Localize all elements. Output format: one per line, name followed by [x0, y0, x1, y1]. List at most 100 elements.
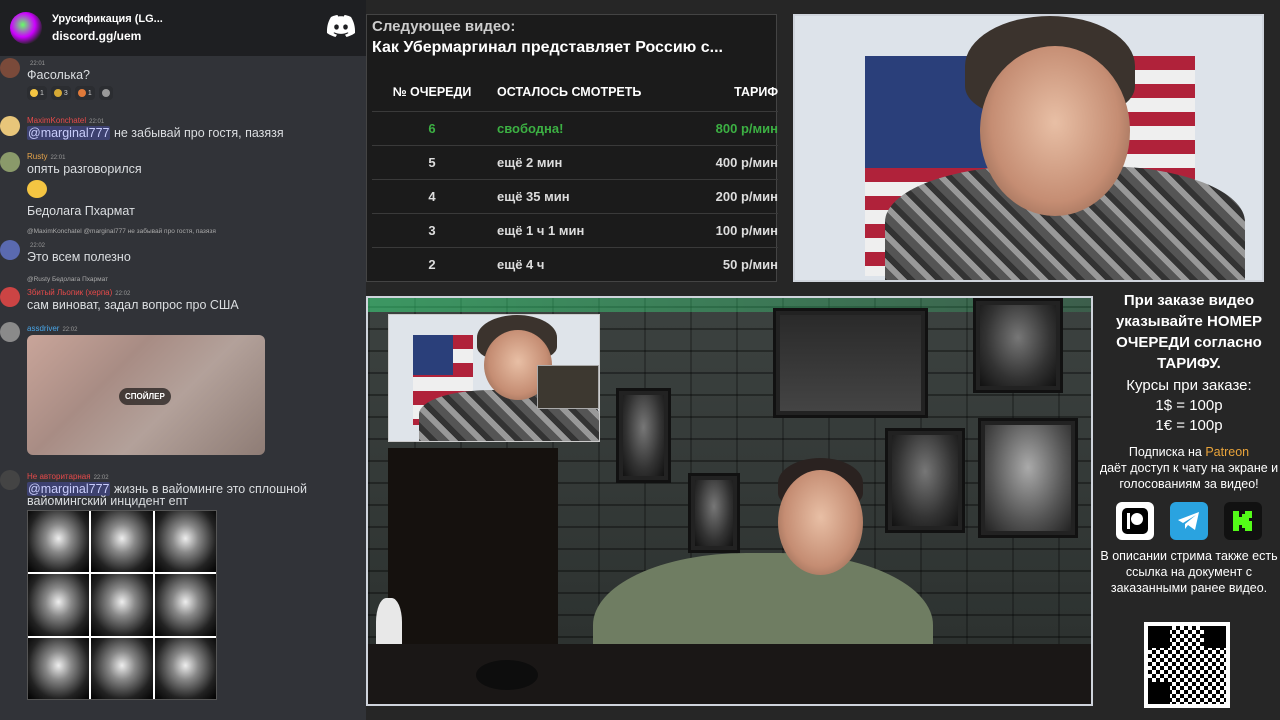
spoiler-label: СПОЙЛЕР	[119, 388, 171, 405]
video-queue-panel: Следующее видео: Как Убермаргинал предст…	[366, 14, 778, 282]
avatar	[0, 287, 20, 307]
stream-layout: Урусификация (LG... discord.gg/uem 22:01…	[0, 0, 1280, 720]
discord-icon	[326, 15, 356, 37]
message-text: Бедолага Пхармат	[27, 204, 135, 218]
avatar	[0, 116, 20, 136]
guest-face	[980, 46, 1130, 216]
time-left: свободна!	[497, 121, 564, 136]
rate: 200 р/мин	[715, 189, 778, 204]
message-text: опять разговорился	[27, 162, 142, 176]
username[interactable]: Rusty 22:01	[27, 152, 65, 161]
queue-number: 4	[428, 189, 436, 204]
server-icon[interactable]	[10, 12, 42, 44]
queue-row: 2 ещё 4 ч 50 р/мин	[372, 247, 778, 281]
kick-icon	[1233, 511, 1252, 531]
streamer-face	[778, 470, 863, 575]
username[interactable]: assdriver 22:02	[27, 324, 77, 333]
streamer-webcam	[366, 296, 1093, 706]
queue-number: 2	[428, 257, 436, 272]
reply-preview[interactable]: @MaximKonchatel @marginal777 не забывай …	[27, 228, 216, 235]
patreon-info: Подписка на Patreon даёт доступ к чату н…	[1099, 445, 1279, 491]
kick-button[interactable]	[1224, 502, 1262, 540]
queue-row: 3 ещё 1 ч 1 мин 100 р/мин	[372, 213, 778, 247]
patreon-icon	[1122, 508, 1148, 534]
image-tile	[91, 574, 153, 636]
username: 22:02	[30, 243, 46, 249]
emoji-sticker-icon	[27, 180, 47, 198]
image-tile	[91, 511, 153, 573]
info-panel: При заказе видео указывайте НОМЕР ОЧЕРЕД…	[1098, 290, 1280, 720]
message-text: Это всем полезно	[27, 250, 131, 264]
wall-map-frame	[773, 308, 928, 418]
social-links	[1098, 502, 1280, 540]
wall-picture	[885, 428, 965, 533]
avatar	[0, 152, 20, 172]
wall-picture	[688, 473, 740, 553]
image-tile	[154, 574, 216, 636]
wall-picture	[616, 388, 671, 483]
patreon-button[interactable]	[1116, 502, 1154, 540]
patreon-link[interactable]: Patreon	[1205, 445, 1249, 459]
avatar	[0, 58, 20, 78]
time-left: ещё 2 мин	[497, 155, 563, 170]
emoji-icon	[77, 89, 86, 97]
order-instructions: При заказе видео указывайте НОМЕР ОЧЕРЕД…	[1115, 292, 1263, 372]
spoiler-image[interactable]: СПОЙЛЕР	[27, 335, 265, 455]
guest-webcam	[793, 14, 1264, 282]
server-title: Урусификация (LG...	[52, 13, 163, 25]
header-time-left: ОСТАЛОСЬ СМОТРЕТЬ	[497, 85, 642, 99]
queue-row: 5 ещё 2 мин 400 р/мин	[372, 145, 778, 179]
image-tile	[91, 637, 153, 699]
queue-row: 4 ещё 35 мин 200 р/мин	[372, 179, 778, 213]
exchange-rates: Курсы при заказе: 1$ = 100р 1€ = 100р	[1126, 377, 1252, 434]
queue-table-header: № ОЧЕРЕДИ ОСТАЛОСЬ СМОТРЕТЬ ТАРИФ	[372, 75, 778, 109]
rate: 400 р/мин	[715, 155, 778, 170]
user-mention[interactable]: @marginal777	[27, 126, 111, 140]
stream-description-note: В описании стрима также есть ссылка на д…	[1100, 549, 1278, 595]
username[interactable]: Збитый Льопик (херпа) 22:02	[27, 288, 130, 297]
server-invite-link[interactable]: discord.gg/uem	[52, 29, 163, 43]
queue-number: 3	[428, 223, 436, 238]
reaction[interactable]: 1	[74, 86, 95, 100]
qr-code[interactable]	[1144, 622, 1230, 708]
image-tile	[28, 574, 90, 636]
shelf	[388, 448, 558, 648]
message-text: Фасолька?	[27, 68, 90, 82]
add-reaction-button[interactable]	[98, 86, 113, 100]
queue-number: 6	[428, 121, 436, 136]
rate: 800 р/мин	[715, 121, 778, 136]
message-text: сам виноват, задал вопрос про США	[27, 298, 239, 312]
time-left: ещё 4 ч	[497, 257, 545, 272]
reply-preview[interactable]: @Rusty Бедолага Пхармат	[27, 276, 108, 283]
message-text: @marginal777 не забывай про гостя, пазяз…	[27, 126, 284, 140]
emoji-icon	[53, 89, 62, 97]
guest-pip-webcam	[388, 314, 600, 442]
telegram-icon	[1178, 512, 1199, 530]
reactions-bar: 1 3 1	[27, 86, 113, 100]
rate: 50 р/мин	[722, 257, 778, 272]
username: 22:01	[30, 61, 46, 67]
wall-picture	[978, 418, 1078, 538]
time-left: ещё 1 ч 1 мин	[497, 223, 585, 238]
reaction[interactable]: 1	[27, 86, 47, 100]
discord-chat-panel: Урусификация (LG... discord.gg/uem 22:01…	[0, 0, 366, 720]
chat-header: Урусификация (LG... discord.gg/uem	[0, 0, 366, 56]
username[interactable]: Не авторитарная 22:02	[27, 472, 109, 481]
attached-image[interactable]	[27, 510, 217, 700]
next-video-title: Как Убермаргинал представляет Россию с..…	[372, 39, 723, 56]
nested-stream-preview	[537, 365, 599, 409]
image-tile	[28, 511, 90, 573]
header-queue-number: № ОЧЕРЕДИ	[392, 85, 472, 99]
add-reaction-icon	[101, 89, 110, 97]
mouse-icon	[476, 660, 538, 690]
next-video-label: Следующее видео:	[372, 18, 516, 35]
avatar	[0, 322, 20, 342]
header-rate: ТАРИФ	[734, 85, 778, 99]
telegram-button[interactable]	[1170, 502, 1208, 540]
time-left: ещё 35 мин	[497, 189, 570, 204]
image-tile	[154, 511, 216, 573]
username[interactable]: MaximKonchatel 22:01	[27, 116, 104, 125]
message-list: 22:01 Фасолька? 1 3 1 MaximKonchatel 22:0…	[0, 56, 366, 720]
reaction[interactable]: 3	[50, 86, 71, 100]
rate: 100 р/мин	[715, 223, 778, 238]
